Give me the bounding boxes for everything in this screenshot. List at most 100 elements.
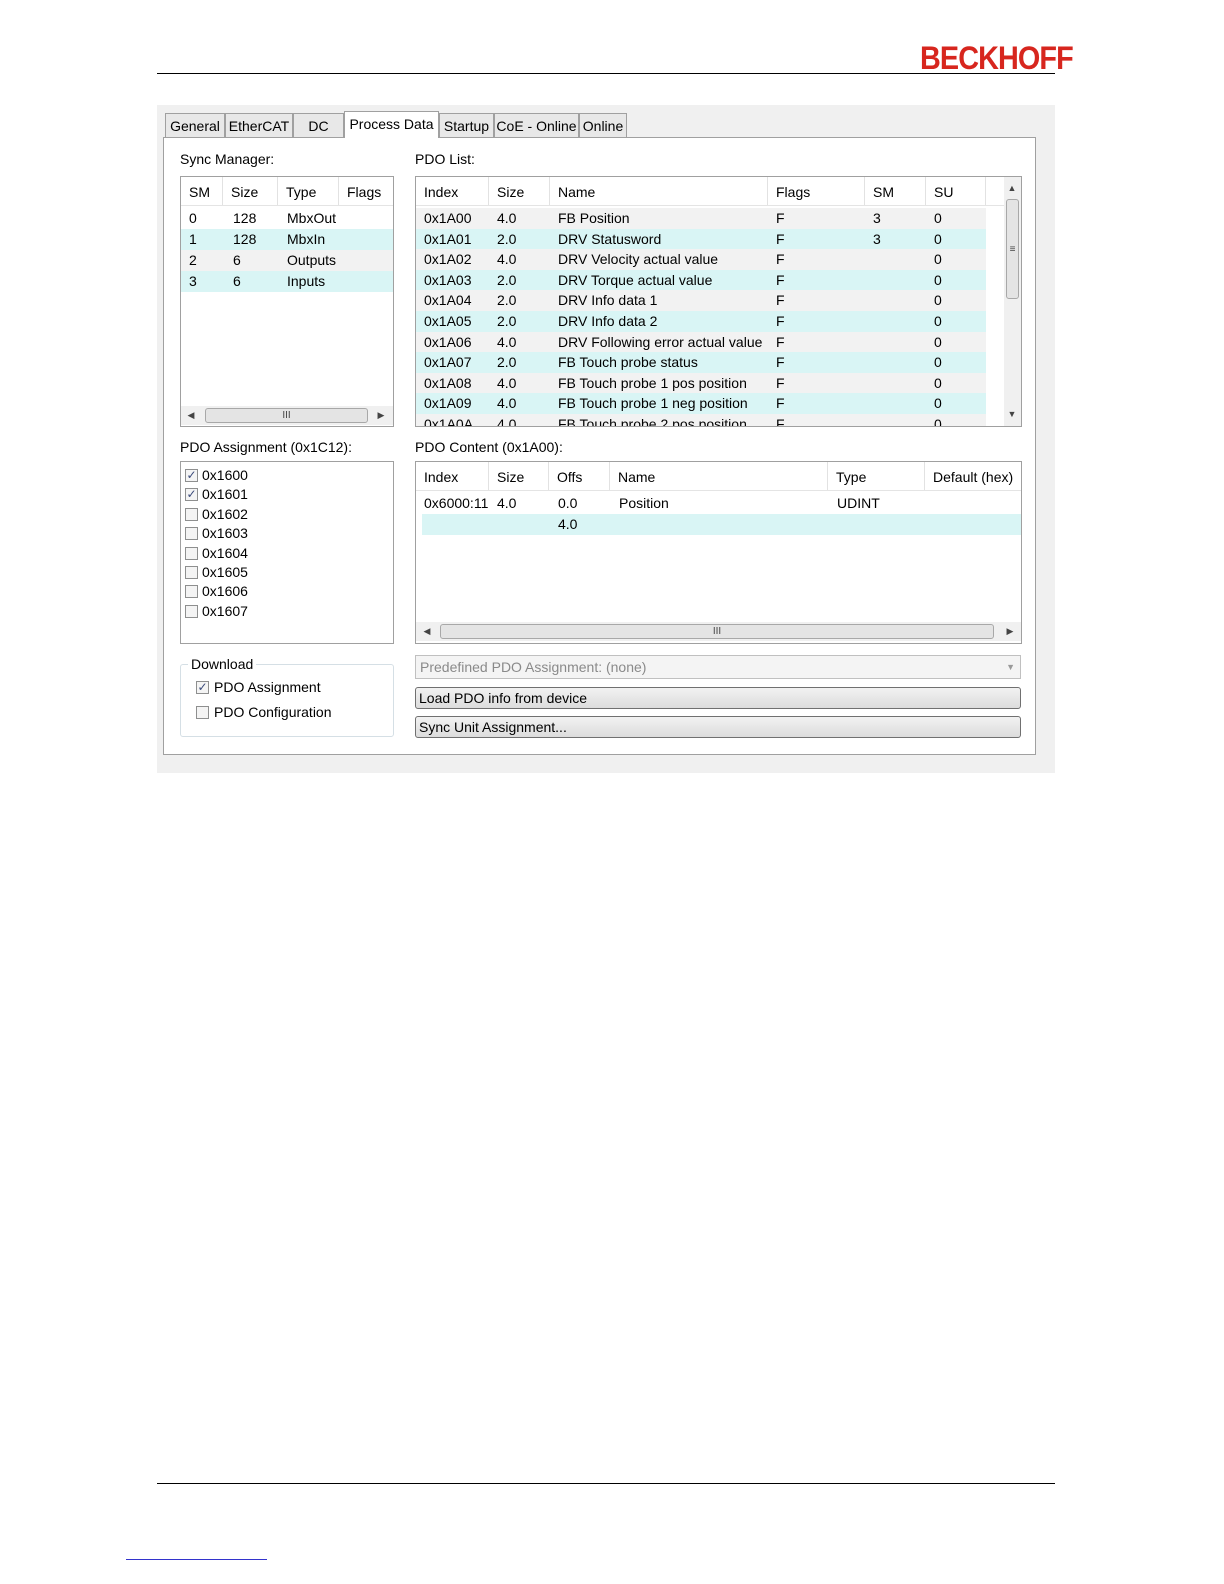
table-row[interactable]: 0x1A05 2.0 DRV Info data 2 F 0 [416, 311, 986, 332]
assignment-checkbox[interactable] [185, 507, 198, 521]
assignment-item-label[interactable]: 0x1600 [202, 467, 248, 486]
assignment-checkbox[interactable] [185, 585, 198, 599]
pdo-assignment-checkbox[interactable]: ✓ [196, 681, 209, 694]
footer-rule [157, 1483, 1055, 1484]
assignment-item-label[interactable]: 0x1602 [202, 506, 248, 525]
cell-su: 0 [934, 292, 942, 309]
predefined-pdo-assignment-value: Predefined PDO Assignment: (none) [420, 659, 647, 675]
tab-ethercat[interactable]: EtherCAT [225, 113, 293, 137]
table-row[interactable]: 0x1A06 4.0 DRV Following error actual valu… [416, 331, 986, 353]
cell-sm: 3 [189, 273, 197, 289]
scroll-right-icon[interactable]: ▶ [1002, 626, 1018, 637]
table-row[interactable]: 1 128 MbxIn [181, 229, 393, 250]
column-header-su[interactable]: SU [926, 177, 986, 205]
cell-name: DRV Statusword [558, 230, 662, 247]
column-header-index[interactable]: Index [416, 462, 489, 490]
tab-dc[interactable]: DC [293, 113, 344, 137]
tab-startup[interactable]: Startup [439, 113, 494, 137]
table-row[interactable]: 0x1A09 4.0 FB Touch probe 1 neg position F 0 [416, 393, 986, 415]
column-header-flags[interactable]: Flags [768, 177, 865, 205]
cell-flags: F [776, 230, 785, 247]
table-row[interactable]: 0x1A00 4.0 FB Position F 3 0 [416, 208, 986, 229]
table-row[interactable]: 0x1A02 4.0 DRV Velocity actual value F 0 [416, 249, 986, 271]
chevron-down-icon[interactable]: ▼ [1006, 656, 1015, 678]
assignment-checkbox[interactable] [185, 566, 198, 579]
column-header-type[interactable]: Type [828, 462, 925, 490]
column-header-offs[interactable]: Offs [549, 462, 610, 490]
scroll-left-icon[interactable]: ◀ [419, 626, 435, 637]
pdo-list-vscrollbar[interactable]: ▲ ≡ ▼ [1004, 177, 1021, 426]
sync-manager-hscrollbar[interactable]: ◀ III ▶ [181, 406, 393, 425]
table-row[interactable]: 0 128 MbxOut [181, 208, 393, 229]
scroll-thumb[interactable]: III [440, 624, 994, 639]
sync-manager-label: Sync Manager: [180, 151, 275, 167]
sync-manager-header: SM Size Type Flags [181, 177, 393, 206]
pdo-configuration-checkbox-label[interactable]: PDO Configuration [214, 704, 332, 723]
assignment-item-label[interactable]: 0x1607 [202, 603, 248, 622]
assignment-checkbox[interactable] [185, 527, 198, 541]
pdo-configuration-checkbox[interactable] [196, 706, 209, 719]
pdo-assignment-label: PDO Assignment (0x1C12): [180, 439, 352, 455]
table-row[interactable]: 0x1A0A 4.0 FB Touch probe 2 pos position F 0 [416, 414, 986, 427]
table-row[interactable]: 0x1A04 2.0 DRV Info data 1 F 0 [416, 290, 986, 312]
cell-flags: F [776, 292, 785, 309]
table-row[interactable]: 0x1A01 2.0 DRV Statusword F 3 0 [416, 228, 986, 250]
table-row[interactable]: 0x1A08 4.0 FB Touch probe 1 pos position F 0 [416, 372, 986, 394]
cell-flags: F [776, 251, 785, 268]
table-row[interactable]: 3 6 Inputs [181, 271, 393, 292]
assignment-checkbox[interactable] [185, 604, 198, 618]
cell-index: 0x1A04 [424, 292, 472, 309]
cell-su: 0 [934, 374, 942, 391]
assignment-checkbox[interactable]: ✓ [185, 469, 198, 482]
column-header-default[interactable]: Default (hex) [925, 462, 1021, 490]
cell-sm [865, 414, 873, 426]
table-row[interactable]: 4.0 [422, 514, 1021, 535]
tab-process-data[interactable]: Process Data [344, 111, 439, 138]
pdo-content-hscrollbar[interactable]: ◀ III ▶ [416, 622, 1021, 641]
column-header-name[interactable]: Name [550, 177, 768, 205]
cell-index: 0x1A02 [424, 251, 472, 268]
column-header-name[interactable]: Name [610, 462, 828, 490]
scroll-down-icon[interactable]: ▼ [1004, 409, 1020, 419]
tab-online[interactable]: Online [579, 113, 627, 137]
cell-offs: 4.0 [558, 516, 578, 532]
column-header-size[interactable]: Size [489, 177, 550, 205]
cell-name: Position [619, 495, 669, 511]
column-header-sm[interactable]: SM [181, 177, 223, 205]
assignment-item-label[interactable]: 0x1604 [202, 545, 248, 564]
column-header-index[interactable]: Index [416, 177, 489, 205]
scroll-thumb[interactable]: ≡ [1006, 199, 1019, 299]
table-row[interactable]: 0x1A03 2.0 DRV Torque actual value F 0 [416, 269, 986, 291]
pdo-assignment-checkbox-label[interactable]: PDO Assignment [214, 679, 321, 698]
assignment-item-label[interactable]: 0x1601 [202, 486, 248, 505]
scroll-left-icon[interactable]: ◀ [183, 410, 199, 421]
tab-coe-online[interactable]: CoE - Online [494, 113, 579, 137]
assignment-checkbox[interactable] [185, 546, 198, 560]
sync-unit-assignment-button[interactable]: Sync Unit Assignment... [415, 716, 1021, 738]
table-row[interactable]: 0x1A07 2.0 FB Touch probe status F 0 [416, 352, 986, 374]
cell-size: 4.0 [497, 395, 517, 412]
assignment-item-label[interactable]: 0x1605 [202, 564, 248, 583]
load-pdo-info-button[interactable]: Load PDO info from device [415, 687, 1021, 709]
cell-su: 0 [934, 271, 942, 288]
scroll-right-icon[interactable]: ▶ [373, 410, 389, 421]
scroll-up-icon[interactable]: ▲ [1004, 183, 1020, 193]
cell-flags: F [776, 395, 785, 412]
column-header-type[interactable]: Type [278, 177, 339, 205]
predefined-pdo-assignment-select[interactable]: Predefined PDO Assignment: (none) ▼ [415, 655, 1021, 679]
column-header-size[interactable]: Size [489, 462, 549, 490]
assignment-checkbox[interactable]: ✓ [185, 488, 198, 502]
column-header-size[interactable]: Size [223, 177, 278, 205]
scroll-thumb[interactable]: III [205, 408, 368, 423]
table-row[interactable]: 2 6 Outputs [181, 250, 393, 271]
column-header-sm[interactable]: SM [865, 177, 926, 205]
assignment-item-label[interactable]: 0x1603 [202, 525, 248, 544]
cell-sm [865, 311, 873, 332]
cell-name: FB Touch probe 2 pos position [558, 416, 747, 427]
assignment-item-label[interactable]: 0x1606 [202, 583, 248, 602]
table-row[interactable]: 0x6000:11 4.0 0.0 Position UDINT [416, 493, 1021, 514]
tab-general[interactable]: General [165, 113, 225, 137]
cell-index: 0x1A05 [424, 313, 472, 329]
footer-link-underline[interactable] [126, 1559, 267, 1560]
column-header-flags[interactable]: Flags [339, 177, 393, 205]
